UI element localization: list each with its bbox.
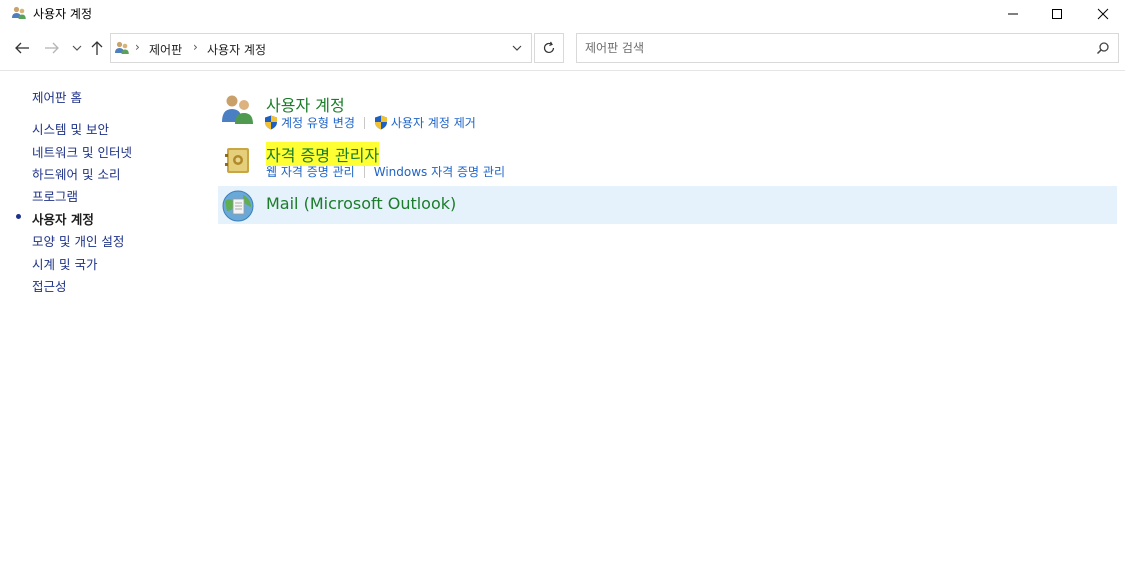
sidebar-item-appearance[interactable]: 모양 및 개인 설정 (32, 231, 124, 250)
uac-shield-icon (265, 115, 277, 130)
user-accounts-app-icon (12, 6, 26, 19)
minimize-icon (1008, 13, 1018, 14)
link-divider (363, 165, 365, 178)
sidebar-item-programs[interactable]: 프로그램 (32, 186, 78, 205)
recent-locations-button[interactable] (70, 37, 84, 59)
arrow-left-icon (15, 42, 29, 54)
search-input[interactable] (577, 34, 1087, 62)
sidebar-item-accessibility[interactable]: 접근성 (32, 276, 67, 295)
refresh-button[interactable] (534, 33, 564, 63)
link-manage-web-credentials[interactable]: 웹 자격 증명 관리 (266, 163, 355, 180)
refresh-icon (543, 41, 555, 54)
link-manage-windows-credentials[interactable]: Windows 자격 증명 관리 (374, 163, 505, 180)
address-dropdown-icon[interactable] (511, 42, 523, 54)
chevron-down-icon (72, 45, 82, 51)
navigation-bar: › 제어판 › 사용자 계정 (0, 27, 1125, 71)
forward-button[interactable] (42, 37, 62, 59)
maximize-icon (1052, 8, 1062, 19)
sidebar-item-hardware-sound[interactable]: 하드웨어 및 소리 (32, 164, 120, 183)
title-bar: 사용자 계정 (0, 0, 1125, 27)
search-icon[interactable] (1096, 41, 1110, 55)
category-mail[interactable]: Mail (Microsoft Outlook) (218, 186, 1117, 224)
sidebar: 제어판 홈 시스템 및 보안 네트워크 및 인터넷 하드웨어 및 소리 프로그램… (0, 72, 210, 584)
control-panel-window: 사용자 계정 › 제어판 › 사용자 계정 제어판 검색 제어판 홈 시스템 및… (0, 0, 1125, 584)
up-button[interactable] (88, 37, 106, 59)
credential-manager-icon (225, 148, 249, 173)
sidebar-item-network-internet[interactable]: 네트워크 및 인터넷 (32, 142, 132, 161)
link-divider (363, 116, 365, 129)
chevron-right-icon: › (135, 40, 140, 54)
link-label: 사용자 계정 제거 (390, 116, 476, 130)
category-title-user-accounts[interactable]: 사용자 계정 (266, 92, 345, 116)
category-links-user-accounts: 계정 유형 변경 사용자 계정 제거 (264, 114, 476, 131)
category-links-credential-manager: 웹 자격 증명 관리 Windows 자격 증명 관리 (266, 163, 505, 180)
address-bar[interactable]: › 제어판 › 사용자 계정 (110, 33, 532, 63)
main-content: 사용자 계정 계정 유형 변경 사용자 계정 제거 자격 증명 관리자 웹 자격… (210, 72, 1125, 584)
mail-icon (222, 190, 254, 222)
breadcrumb-control-panel[interactable]: 제어판 (149, 41, 182, 58)
close-icon (1097, 8, 1109, 19)
sidebar-item-user-accounts[interactable]: 사용자 계정 (32, 209, 94, 228)
link-label: 웹 자격 증명 관리 (266, 165, 355, 179)
active-bullet (16, 214, 21, 219)
link-remove-user-account[interactable]: 사용자 계정 제거 (374, 114, 476, 131)
close-button[interactable] (1080, 0, 1125, 27)
back-button[interactable] (12, 37, 32, 59)
uac-shield-icon (374, 115, 387, 130)
category-user-accounts: 사용자 계정 계정 유형 변경 사용자 계정 제거 (218, 90, 1117, 132)
maximize-button[interactable] (1034, 0, 1080, 27)
category-title-mail[interactable]: Mail (Microsoft Outlook) (266, 194, 456, 213)
arrow-right-icon (45, 42, 59, 54)
category-credential-manager: 자격 증명 관리자 웹 자격 증명 관리 Windows 자격 증명 관리 (218, 140, 1117, 182)
minimize-button[interactable] (990, 0, 1036, 27)
sidebar-item-control-panel-home[interactable]: 제어판 홈 (32, 87, 82, 106)
user-accounts-icon (115, 41, 129, 54)
window-title: 사용자 계정 (33, 7, 93, 21)
search-box[interactable] (576, 33, 1119, 63)
sidebar-item-clock-region[interactable]: 시계 및 국가 (32, 254, 97, 273)
sidebar-item-system-security[interactable]: 시스템 및 보안 (32, 119, 109, 138)
user-accounts-icon (222, 95, 253, 124)
link-change-account-type[interactable]: 계정 유형 변경 (264, 114, 355, 131)
arrow-up-icon (91, 41, 103, 55)
link-label: Windows 자격 증명 관리 (373, 165, 505, 179)
link-label: 계정 유형 변경 (281, 116, 355, 130)
chevron-right-icon: › (193, 40, 198, 54)
breadcrumb-user-accounts[interactable]: 사용자 계정 (207, 41, 266, 58)
